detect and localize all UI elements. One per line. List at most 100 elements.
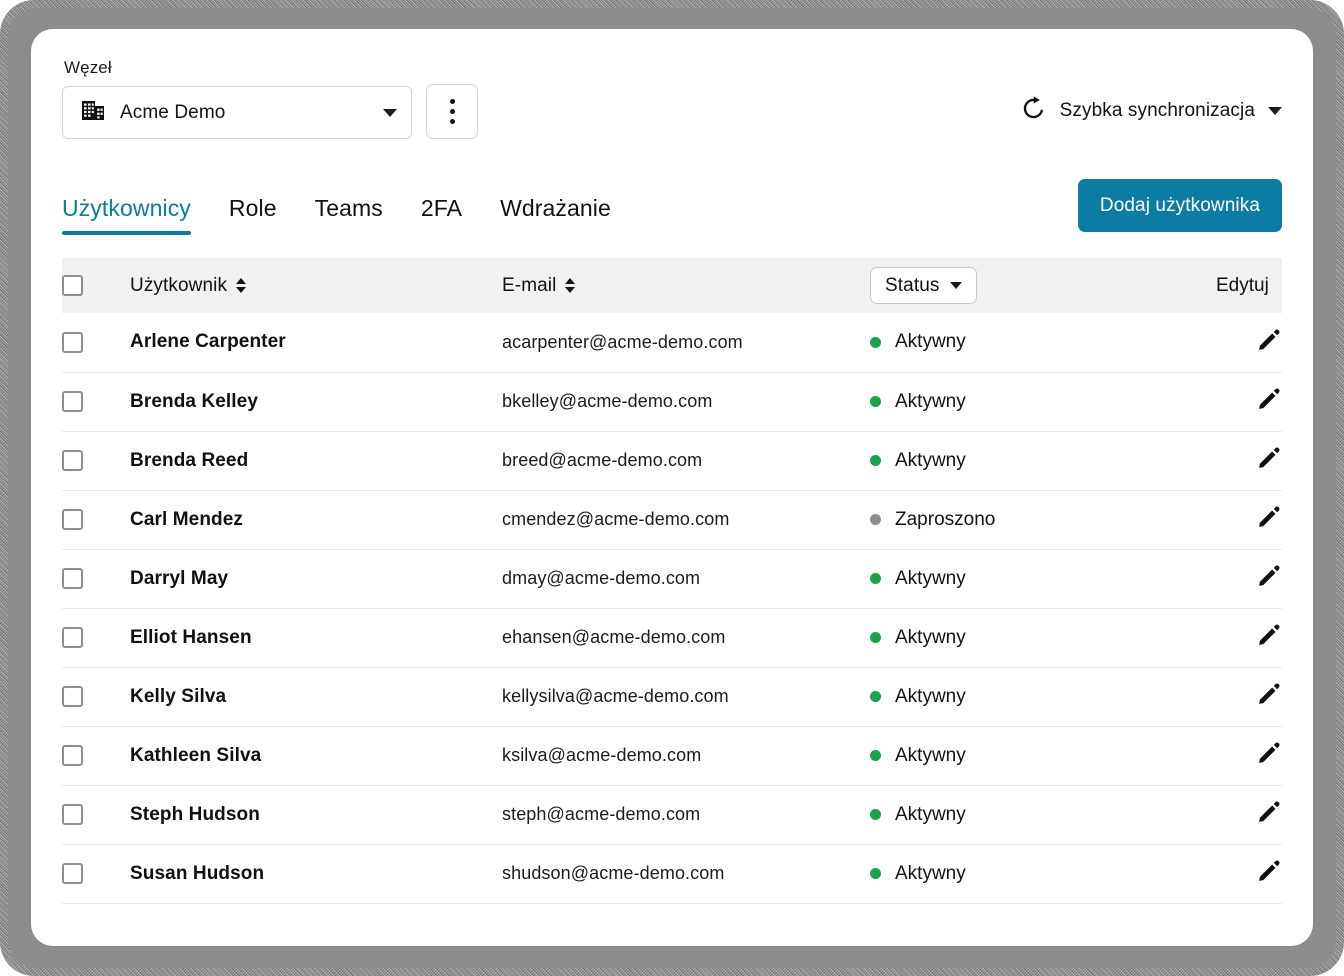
cell-user-email: ksilva@acme-demo.com xyxy=(502,745,702,765)
cell-user-status: Aktywny xyxy=(854,372,1216,431)
cell-edit xyxy=(1216,431,1282,490)
row-select-cell xyxy=(62,608,130,667)
tab-uzytkownicy[interactable]: Użytkownicy xyxy=(62,195,191,235)
header-email-label: E-mail xyxy=(502,274,557,296)
header-user-label: Użytkownik xyxy=(130,274,228,296)
cell-user-status: Aktywny xyxy=(854,431,1216,490)
row-select-cell xyxy=(62,844,130,903)
cell-edit xyxy=(1216,372,1282,431)
cell-user-email: ehansen@acme-demo.com xyxy=(502,627,726,647)
table-row[interactable]: Darryl May dmay@acme-demo.com Aktywny xyxy=(62,549,1282,608)
node-kebab-menu-button[interactable] xyxy=(426,84,478,139)
table-body: Arlene Carpenter acarpenter@acme-demo.com… xyxy=(62,313,1282,903)
cell-edit xyxy=(1216,844,1282,903)
table-row[interactable]: Kelly Silva kellysilva@acme-demo.com Aktyw… xyxy=(62,667,1282,726)
status-dot-icon xyxy=(870,632,881,643)
table-row[interactable]: Carl Mendez cmendez@acme-demo.com Zaproszo… xyxy=(62,490,1282,549)
chevron-down-icon xyxy=(383,108,397,117)
select-all-checkbox[interactable] xyxy=(62,275,83,296)
status-label: Aktywny xyxy=(895,862,966,884)
row-checkbox[interactable] xyxy=(62,331,83,353)
cell-edit xyxy=(1216,667,1282,726)
edit-pencil-icon[interactable] xyxy=(1256,740,1282,771)
row-checkbox[interactable] xyxy=(62,863,83,884)
table-row[interactable]: Elliot Hansen ehansen@acme-demo.com Aktywn… xyxy=(62,608,1282,667)
edit-pencil-icon[interactable] xyxy=(1256,799,1282,830)
sort-user-icon[interactable] xyxy=(236,278,247,293)
sort-email-icon[interactable] xyxy=(565,278,576,293)
building-icon xyxy=(80,97,106,128)
status-label: Aktywny xyxy=(895,331,966,353)
header-email: E-mail xyxy=(502,258,854,313)
edit-pencil-icon[interactable] xyxy=(1256,563,1282,594)
status-label: Aktywny xyxy=(895,803,966,825)
row-checkbox[interactable] xyxy=(62,804,83,825)
edit-pencil-icon[interactable] xyxy=(1256,504,1282,535)
row-checkbox[interactable] xyxy=(62,391,83,412)
status-dot-icon xyxy=(870,336,881,348)
table-row[interactable]: Brenda Kelley bkelley@acme-demo.com Aktywn… xyxy=(62,372,1282,431)
cell-user-name: Arlene Carpenter xyxy=(130,331,286,353)
tab-teams[interactable]: Teams xyxy=(315,195,383,235)
sort-up-arrow xyxy=(236,278,247,284)
sort-down-arrow xyxy=(565,287,576,293)
edit-pencil-icon[interactable] xyxy=(1256,681,1282,712)
sort-up-arrow xyxy=(565,278,576,284)
cell-user-status: Aktywny xyxy=(854,844,1216,903)
table-header-row: Użytkownik E-mail Status Edytuj xyxy=(62,258,1282,313)
add-user-button[interactable]: Dodaj użytkownika xyxy=(1077,179,1282,232)
tab-list: Użytkownicy Role Teams 2FA Wdrażanie xyxy=(62,179,611,235)
row-checkbox[interactable] xyxy=(62,627,83,648)
row-checkbox[interactable] xyxy=(62,450,83,471)
select-all-cell xyxy=(62,258,130,313)
quick-sync-control[interactable]: Szybka synchronizacja xyxy=(1020,95,1282,127)
tabs-row: Użytkownicy Role Teams 2FA Wdrażanie Dod… xyxy=(62,179,1282,235)
kebab-dot-2 xyxy=(449,109,455,114)
cell-user-status: Aktywny xyxy=(854,667,1216,726)
cell-user-name: Susan Hudson xyxy=(130,862,265,884)
row-checkbox[interactable] xyxy=(62,568,83,589)
table-row[interactable]: Kathleen Silva ksilva@acme-demo.com Aktywn… xyxy=(62,726,1282,785)
status-filter-dropdown[interactable]: Status xyxy=(870,267,978,304)
cell-user-email: shudson@acme-demo.com xyxy=(502,863,725,883)
chevron-down-icon xyxy=(1268,107,1282,115)
tab-wdrazanie[interactable]: Wdrażanie xyxy=(500,195,611,235)
cell-user-name: Elliot Hansen xyxy=(130,626,252,648)
row-checkbox[interactable] xyxy=(62,686,83,707)
app-card: Węzeł Acme Demo Szybka synchronizacja Uż… xyxy=(31,29,1313,946)
edit-pencil-icon[interactable] xyxy=(1256,622,1282,653)
status-label: Aktywny xyxy=(895,390,966,412)
node-select[interactable]: Acme Demo xyxy=(62,86,412,139)
edit-pencil-icon[interactable] xyxy=(1256,386,1282,417)
kebab-dot-1 xyxy=(449,99,455,104)
status-dot-icon xyxy=(870,573,881,584)
table-row[interactable]: Arlene Carpenter acarpenter@acme-demo.com… xyxy=(62,313,1282,372)
kebab-dot-3 xyxy=(449,119,455,124)
row-checkbox[interactable] xyxy=(62,745,83,766)
tab-2fa[interactable]: 2FA xyxy=(421,195,462,235)
edit-pencil-icon[interactable] xyxy=(1256,858,1282,889)
cell-edit xyxy=(1216,726,1282,785)
edit-pencil-icon[interactable] xyxy=(1256,327,1282,358)
cell-user-status: Aktywny xyxy=(854,726,1216,785)
cell-user-email: steph@acme-demo.com xyxy=(502,804,701,824)
node-selector-group: Węzeł Acme Demo xyxy=(62,58,478,139)
status-label: Aktywny xyxy=(895,567,966,589)
row-select-cell xyxy=(62,490,130,549)
cell-user-email: cmendez@acme-demo.com xyxy=(502,509,730,529)
cell-user-name: Kelly Silva xyxy=(130,685,227,707)
row-select-cell xyxy=(62,431,130,490)
top-bar: Węzeł Acme Demo Szybka synchronizacja xyxy=(62,58,1282,139)
cell-edit xyxy=(1216,785,1282,844)
table-row[interactable]: Brenda Reed breed@acme-demo.com Aktywny xyxy=(62,431,1282,490)
row-select-cell xyxy=(62,372,130,431)
cell-user-name: Steph Hudson xyxy=(130,803,260,825)
cell-user-email: dmay@acme-demo.com xyxy=(502,568,701,588)
tab-role[interactable]: Role xyxy=(229,195,277,235)
cell-user-name: Kathleen Silva xyxy=(130,744,262,766)
table-row[interactable]: Susan Hudson shudson@acme-demo.com Aktywny xyxy=(62,844,1282,903)
row-checkbox[interactable] xyxy=(62,509,83,530)
table-row[interactable]: Steph Hudson steph@acme-demo.com Aktywny xyxy=(62,785,1282,844)
edit-pencil-icon[interactable] xyxy=(1256,445,1282,476)
cell-edit xyxy=(1216,549,1282,608)
